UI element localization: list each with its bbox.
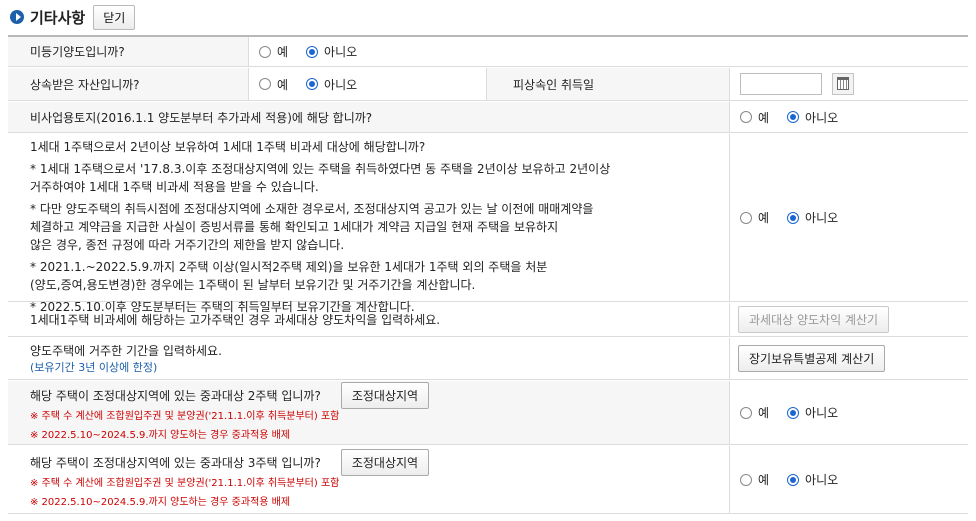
heavy3-note2: ※ 2022.5.10~2024.5.9.까지 양도하는 경우 중과적용 배제	[30, 496, 291, 508]
one-house-radio-group: 예 아니오	[740, 209, 856, 226]
long-term-deduction-button[interactable]: 장기보유특별공제 계산기	[738, 345, 886, 372]
arrow-circle-icon	[10, 10, 24, 24]
heavy2-radio-group: 예 아니오	[740, 404, 856, 421]
acquire-date-label: 피상속인 취득일	[513, 77, 595, 92]
heavy3-radio-group: 예 아니오	[740, 471, 856, 488]
heavy3-label: 해당 주택이 조정대상지역에 있는 중과대상 3주택 입니까?	[30, 455, 321, 470]
one-house-note2b: 체결하고 계약금을 지급한 사실이 증빙서류를 통해 확인되고 1세대가 계약금…	[30, 220, 559, 234]
row-heavy-3: 해당 주택이 조정대상지역에 있는 중과대상 3주택 입니까? 조정대상지역 ※…	[8, 446, 968, 514]
one-house-note2c: 않은 경우, 종전 규정에 따라 거주기간의 제한을 받지 않습니다.	[30, 238, 345, 252]
nonbusiness-radio-group: 예 아니오	[740, 109, 856, 126]
unregistered-no-radio[interactable]: 아니오	[306, 43, 357, 60]
heavy3-note1: ※ 주택 수 계산에 조합원입주권 및 분양권('21.1.1.이후 취득분부터…	[30, 477, 340, 489]
unregistered-label: 미등기양도입니까?	[30, 45, 125, 59]
unregistered-yes-radio[interactable]: 예	[259, 43, 288, 60]
heavy2-note1: ※ 주택 수 계산에 조합원입주권 및 분양권('21.1.1.이후 취득분부터…	[30, 410, 340, 422]
one-house-note2a: * 다만 양도주택의 취득시점에 조정대상지역에 소재한 경우로서, 조정대상지…	[30, 202, 594, 216]
one-house-title: 1세대 1주택으로서 2년이상 보유하여 1세대 1주택 비과세 대상에 해당합…	[30, 140, 426, 154]
section-header: 기타사항 닫기	[10, 4, 136, 30]
row-residence: 양도주택에 거주한 기간을 입력하세요. (보유기간 3년 이상에 한정) 장기…	[8, 338, 968, 380]
inherited-label: 상속받은 자산입니까?	[30, 77, 140, 92]
heavy2-no-radio[interactable]: 아니오	[787, 404, 838, 421]
acquire-date-input[interactable]	[740, 73, 822, 95]
row-luxury: 1세대1주택 비과세에 해당하는 고가주택인 경우 과세대상 양도차익을 입력하…	[8, 303, 968, 337]
heavy2-region-button[interactable]: 조정대상지역	[340, 381, 430, 409]
one-house-description: 1세대 1주택으로서 2년이상 보유하여 1세대 1주택 비과세 대상에 해당합…	[30, 138, 610, 320]
calendar-icon[interactable]	[832, 73, 854, 95]
nonbusiness-label: 비사업용토지(2016.1.1 양도분부터 추가과세 적용)에 해당 합니까?	[30, 110, 373, 125]
heavy3-region-button[interactable]: 조정대상지역	[340, 448, 430, 476]
one-house-no-radio[interactable]: 아니오	[787, 209, 838, 226]
one-house-yes-radio[interactable]: 예	[740, 209, 769, 226]
heavy2-label: 해당 주택이 조정대상지역에 있는 중과대상 2주택 입니까?	[30, 388, 321, 403]
one-house-note3b: (양도,증여,용도변경)한 경우에는 1주택이 된 날부터 보유기간 및 거주기…	[30, 278, 476, 292]
row-nonbusiness: 비사업용토지(2016.1.1 양도분부터 추가과세 적용)에 해당 합니까? …	[8, 102, 968, 133]
heavy3-yes-radio[interactable]: 예	[740, 471, 769, 488]
nonbusiness-no-radio[interactable]: 아니오	[787, 109, 838, 126]
one-house-note3a: * 2021.1.~2022.5.9.까지 2주택 이상(일시적2주택 제외)을…	[30, 260, 548, 274]
heavy3-no-radio[interactable]: 아니오	[787, 471, 838, 488]
residence-note: (보유기간 3년 이상에 한정)	[30, 361, 158, 374]
close-button[interactable]: 닫기	[93, 4, 136, 30]
nonbusiness-yes-radio[interactable]: 예	[740, 109, 769, 126]
inherited-yes-radio[interactable]: 예	[259, 76, 288, 93]
one-house-note1a: * 1세대 1주택으로서 '17.8.3.이후 조정대상지역에 있는 주택을 취…	[30, 162, 611, 176]
section-title: 기타사항	[30, 8, 86, 27]
inherited-no-radio[interactable]: 아니오	[306, 76, 357, 93]
row-heavy-2: 해당 주택이 조정대상지역에 있는 중과대상 2주택 입니까? 조정대상지역 ※…	[8, 381, 968, 445]
options-table: 미등기양도입니까? 예 아니오 상속받은 자산입니까? 예 아니오 피상속인 취…	[8, 35, 968, 514]
gain-calculator-button[interactable]: 과세대상 양도차익 계산기	[738, 306, 890, 333]
row-unregistered: 미등기양도입니까? 예 아니오	[8, 37, 968, 67]
heavy2-yes-radio[interactable]: 예	[740, 404, 769, 421]
luxury-label: 1세대1주택 비과세에 해당하는 고가주택인 경우 과세대상 양도차익을 입력하…	[30, 313, 441, 327]
inherited-radio-group: 예 아니오	[259, 76, 375, 93]
unregistered-radio-group: 예 아니오	[259, 43, 375, 60]
row-inherited: 상속받은 자산입니까? 예 아니오 피상속인 취득일	[8, 68, 968, 101]
residence-label: 양도주택에 거주한 기간을 입력하세요.	[30, 344, 222, 358]
heavy2-note2: ※ 2022.5.10~2024.5.9.까지 양도하는 경우 중과적용 배제	[30, 429, 291, 441]
one-house-note1b: 거주하여야 1세대 1주택 비과세 적용을 받을 수 있습니다.	[30, 180, 319, 194]
row-one-house: 1세대 1주택으로서 2년이상 보유하여 1세대 1주택 비과세 대상에 해당합…	[8, 134, 968, 314]
